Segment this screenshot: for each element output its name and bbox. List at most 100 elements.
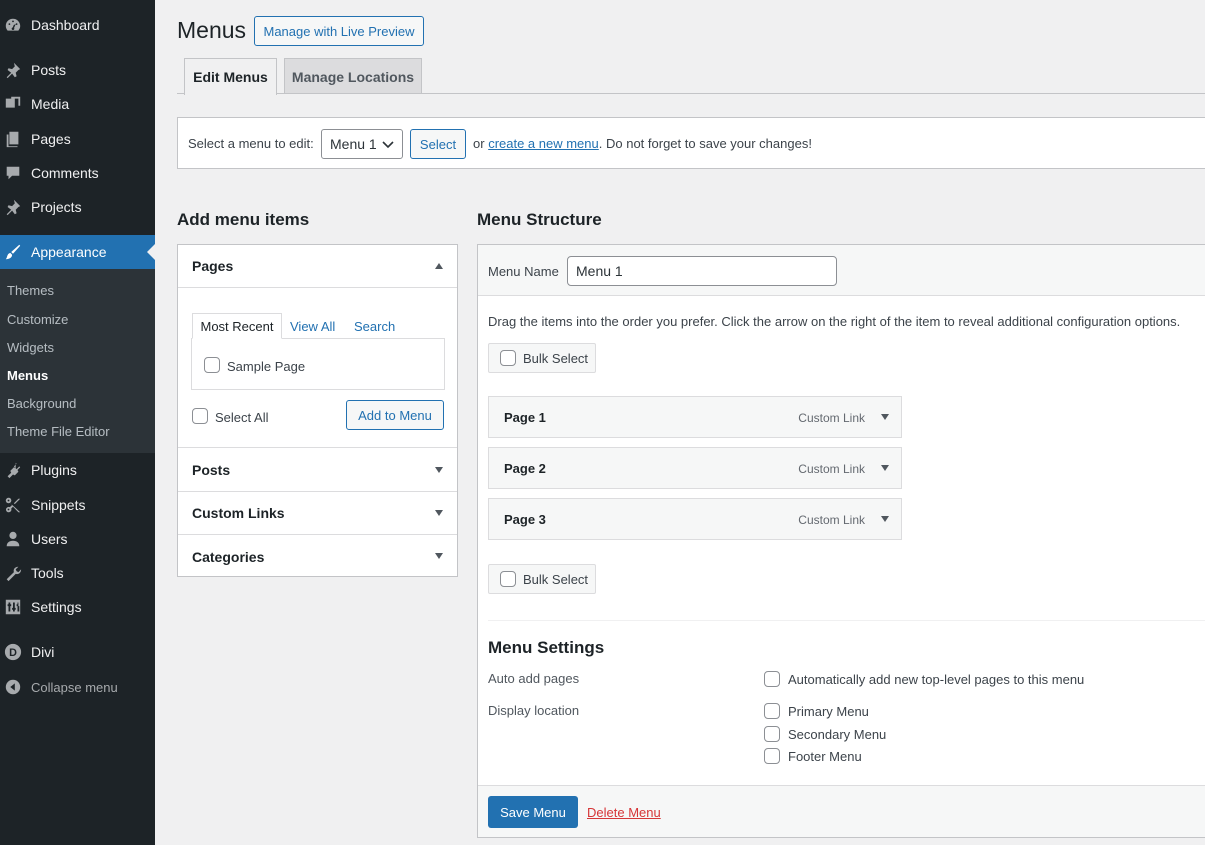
primary-menu-checkbox[interactable] [764, 703, 780, 719]
menu-item[interactable]: Page 1 Custom Link [488, 396, 902, 438]
page-title: Menus [177, 17, 247, 43]
submenu-item-widgets[interactable]: Widgets [7, 340, 54, 355]
tab-search[interactable]: Search [354, 319, 395, 334]
submenu-item-background[interactable]: Background [7, 396, 76, 411]
sample-page-label: Sample Page [227, 359, 306, 374]
delete-menu-link[interactable]: Delete Menu [587, 805, 661, 820]
bulk-select-top[interactable]: Bulk Select [488, 343, 596, 373]
sidebar-item-comments[interactable]: Comments [0, 156, 155, 190]
create-new-menu-link[interactable]: create a new menu [488, 136, 599, 151]
sidebar-label: Dashboard [31, 17, 100, 33]
caret-up-icon [435, 263, 443, 269]
media-icon [3, 94, 23, 114]
pin-icon [3, 60, 23, 80]
tab-divider [177, 93, 1205, 94]
expand-arrow-icon[interactable] [881, 516, 889, 522]
submenu-item-customize[interactable]: Customize [7, 312, 68, 327]
user-icon [3, 529, 23, 549]
dashboard-icon [3, 15, 23, 35]
menu-footer-bar: Save Menu Delete Menu [478, 785, 1205, 837]
bulk-select-bottom[interactable]: Bulk Select [488, 564, 596, 594]
sidebar-item-users[interactable]: Users [0, 522, 155, 556]
menu-name-bar: Menu Name Menu 1 [478, 245, 1205, 296]
submenu-item-menus[interactable]: Menus [7, 368, 48, 383]
sidebar-label: Media [31, 96, 70, 112]
select-button[interactable]: Select [410, 129, 466, 159]
chevron-down-icon [382, 141, 394, 149]
settings-divider [488, 620, 1205, 621]
bulk-select-checkbox[interactable] [500, 350, 516, 366]
caret-down-icon [435, 510, 443, 516]
menu-structure-panel: Menu Name Menu 1 Drag the items into the… [477, 244, 1205, 838]
sidebar-item-tools[interactable]: Tools [0, 556, 155, 590]
sidebar-item-dashboard[interactable]: Dashboard [0, 8, 155, 42]
menu-select-value: Menu 1 [330, 136, 377, 152]
submenu-item-themes[interactable]: Themes [7, 283, 54, 298]
bulk-select-label: Bulk Select [523, 572, 589, 587]
expand-arrow-icon[interactable] [881, 414, 889, 420]
accordion-label: Categories [192, 548, 265, 565]
menu-select-dropdown[interactable]: Menu 1 [321, 129, 403, 159]
select-all-label: Select All [215, 410, 269, 425]
accordion-label: Pages [192, 258, 234, 274]
expand-arrow-icon[interactable] [881, 465, 889, 471]
sample-page-checkbox[interactable] [204, 357, 220, 373]
sidebar-label: Divi [31, 644, 55, 660]
sidebar-label: Pages [31, 131, 71, 147]
sidebar-label: Posts [31, 62, 67, 78]
scissors-icon [3, 495, 23, 515]
collapse-menu-button[interactable]: Collapse menu [0, 670, 155, 704]
menu-item[interactable]: Page 2 Custom Link [488, 447, 902, 489]
sidebar-label: Users [31, 531, 68, 547]
menu-item-type: Custom Link [798, 513, 865, 527]
menu-item[interactable]: Page 3 Custom Link [488, 498, 902, 540]
accordion-custom-links[interactable]: Custom Links [178, 492, 457, 535]
accordion-pages[interactable]: Pages [178, 245, 457, 288]
live-preview-button[interactable]: Manage with Live Preview [254, 16, 424, 46]
sidebar-item-media[interactable]: Media [0, 87, 155, 121]
submenu-item-theme-file-editor[interactable]: Theme File Editor [7, 424, 110, 439]
sidebar-label: Projects [31, 199, 82, 215]
accordion-posts[interactable]: Posts [178, 449, 457, 492]
sidebar-label: Snippets [31, 497, 86, 513]
brush-icon [3, 242, 23, 262]
settings-icon [3, 597, 23, 617]
bulk-select-checkbox[interactable] [500, 571, 516, 587]
sidebar-item-appearance[interactable]: Appearance [0, 235, 155, 269]
menu-name-label: Menu Name [488, 264, 559, 279]
sidebar-item-settings[interactable]: Settings [0, 590, 155, 624]
accordion-categories[interactable]: Categories [178, 535, 457, 578]
select-all-checkbox[interactable] [192, 408, 208, 424]
sidebar-item-plugins[interactable]: Plugins [0, 453, 155, 487]
footer-menu-checkbox[interactable] [764, 748, 780, 764]
sidebar-item-snippets[interactable]: Snippets [0, 488, 155, 522]
divi-icon: D [3, 642, 23, 662]
collapse-label: Collapse menu [31, 679, 118, 695]
menu-settings-title: Menu Settings [488, 638, 605, 657]
sidebar-item-projects[interactable]: Projects [0, 190, 155, 224]
auto-add-checkbox[interactable] [764, 671, 780, 687]
tab-edit-menus[interactable]: Edit Menus [184, 58, 277, 95]
wrench-icon [3, 563, 23, 583]
accordion-label: Posts [192, 462, 231, 478]
select-menu-label: Select a menu to edit: [188, 136, 314, 151]
tab-view-all[interactable]: View All [290, 319, 335, 334]
sidebar-label: Tools [31, 565, 64, 581]
menu-name-input[interactable]: Menu 1 [567, 256, 837, 286]
sidebar-item-divi[interactable]: D Divi [0, 635, 155, 669]
menu-item-type: Custom Link [798, 462, 865, 476]
save-menu-button[interactable]: Save Menu [488, 796, 578, 828]
menu-structure-title: Menu Structure [477, 210, 602, 229]
secondary-menu-checkbox[interactable] [764, 726, 780, 742]
pin-icon [3, 197, 23, 217]
caret-down-icon [435, 553, 443, 559]
auto-add-option-label: Automatically add new top-level pages to… [788, 672, 1085, 687]
add-to-menu-button[interactable]: Add to Menu [346, 400, 444, 430]
sidebar-item-pages[interactable]: Pages [0, 122, 155, 156]
tab-manage-locations[interactable]: Manage Locations [284, 58, 422, 94]
auto-add-label: Auto add pages [488, 671, 580, 686]
collapse-icon [3, 677, 23, 697]
pages-panel: Most Recent View All Search Sample Page … [178, 289, 457, 448]
sidebar-item-posts[interactable]: Posts [0, 53, 155, 87]
tab-most-recent[interactable]: Most Recent [192, 313, 282, 339]
